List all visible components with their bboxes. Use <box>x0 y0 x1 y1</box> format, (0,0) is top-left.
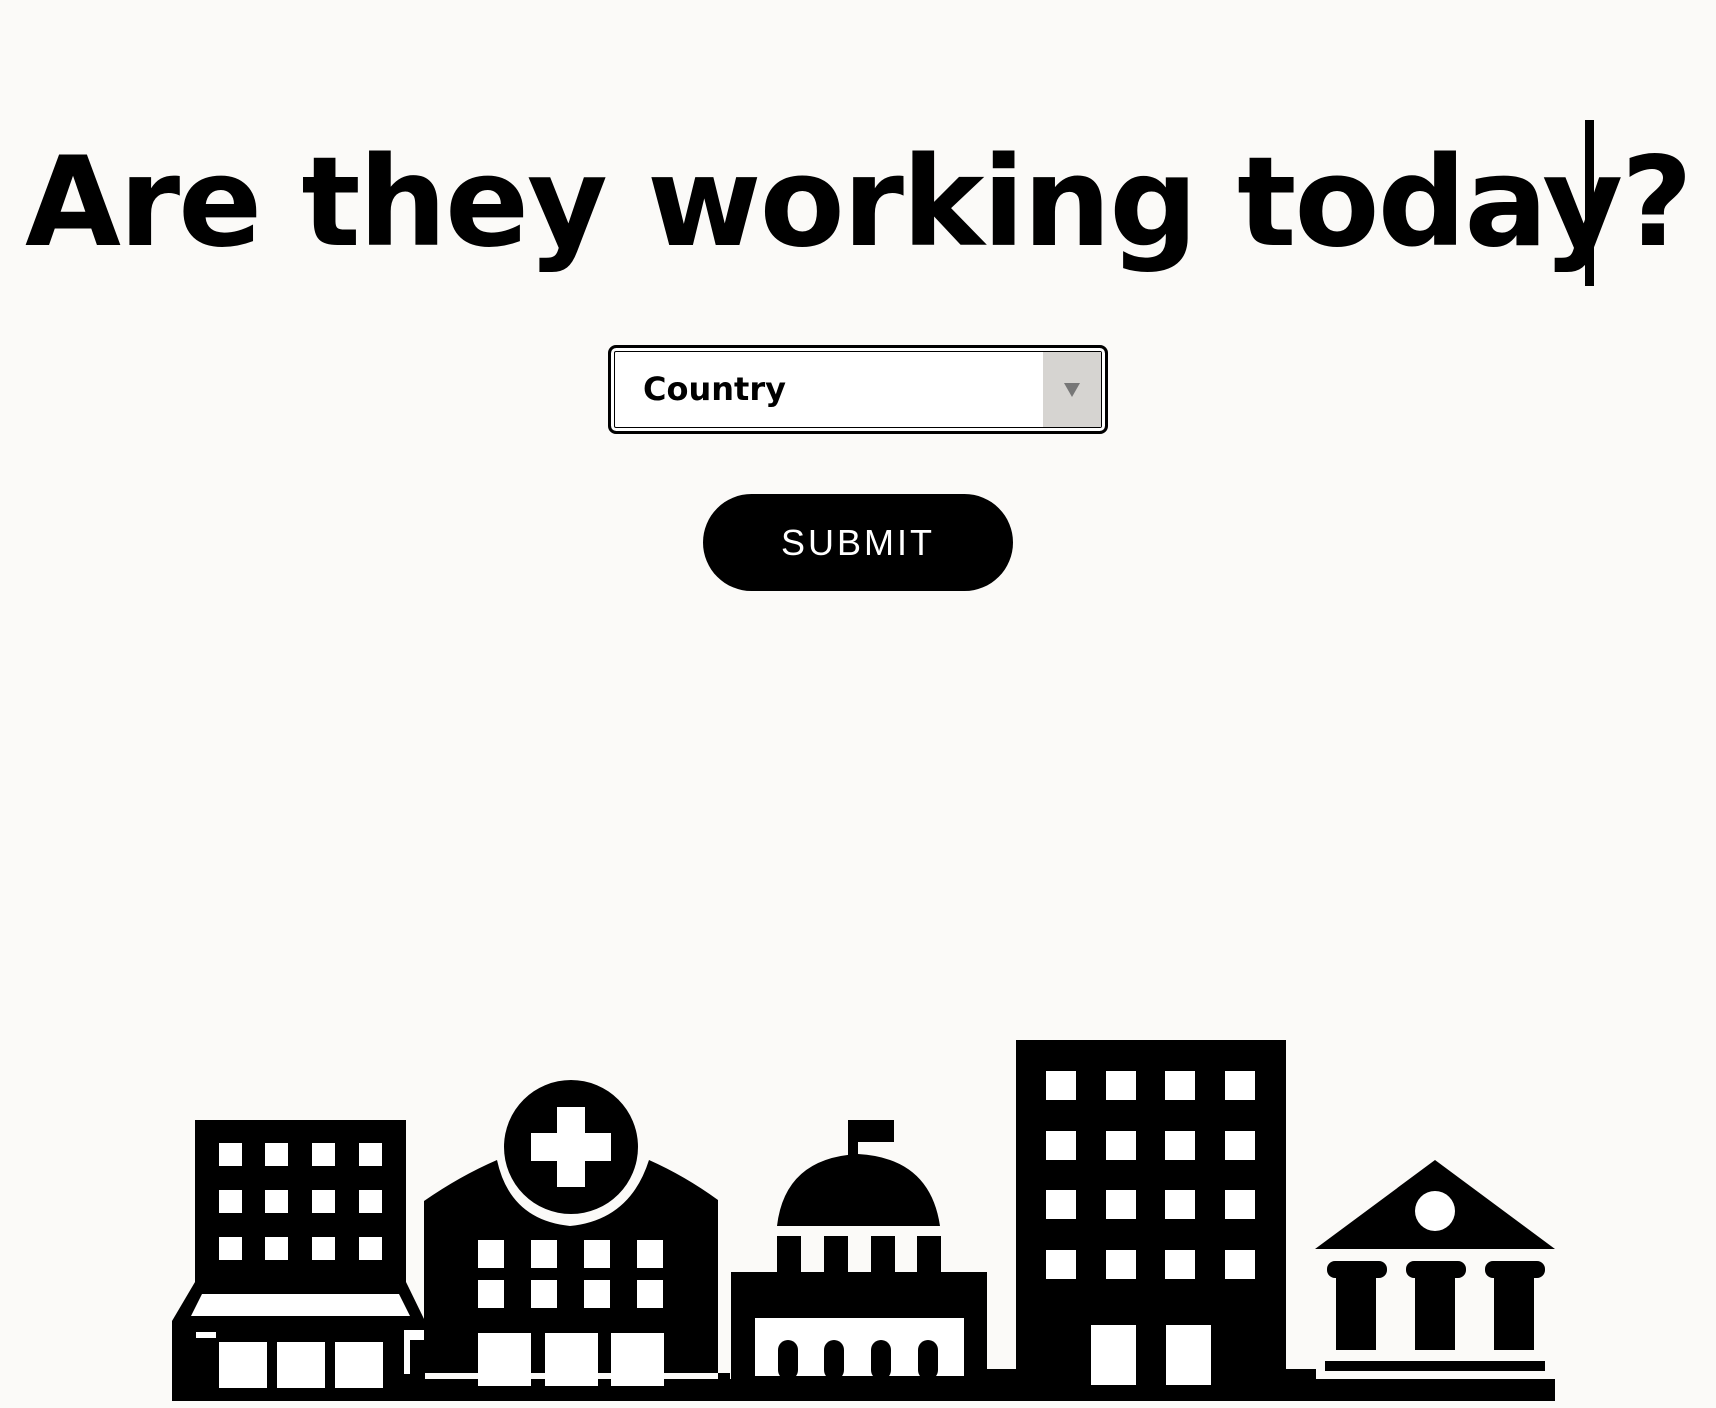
country-select-value: Country <box>643 370 786 408</box>
bank-building-icon <box>1315 1160 1555 1401</box>
office-tower-icon <box>1016 1040 1316 1385</box>
page: Are they working today? Country SUBMIT <box>0 0 1716 1408</box>
country-select[interactable]: Country <box>608 345 1108 434</box>
government-dome-building-icon <box>731 1120 1017 1383</box>
page-title: Are they working today? <box>25 131 1693 275</box>
country-select-toggle[interactable] <box>1043 352 1101 427</box>
shop-building-icon <box>172 1120 425 1388</box>
hospital-building-icon <box>424 1080 730 1386</box>
submit-button[interactable]: SUBMIT <box>703 494 1013 591</box>
text-cursor <box>1585 120 1594 286</box>
city-skyline-illustration <box>172 1040 1555 1401</box>
chevron-down-icon <box>1064 382 1080 397</box>
